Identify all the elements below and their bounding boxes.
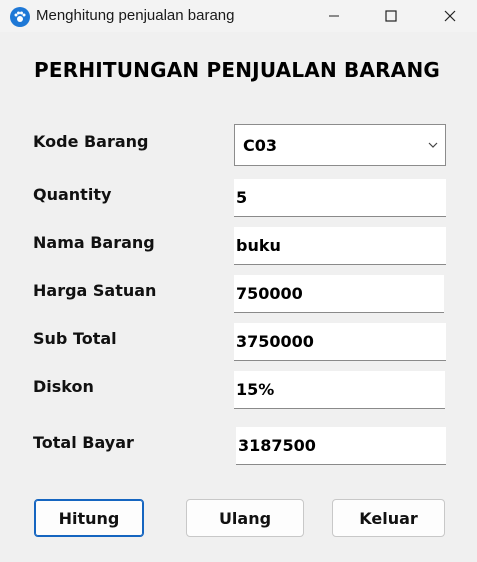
window-title: Menghitung penjualan barang bbox=[36, 7, 235, 24]
close-icon bbox=[444, 10, 456, 22]
title-bar[interactable]: Menghitung penjualan barang bbox=[0, 0, 477, 32]
harga-satuan-field[interactable]: 750000 bbox=[234, 275, 444, 313]
sub-total-label: Sub Total bbox=[33, 329, 117, 348]
total-bayar-field[interactable]: 3187500 bbox=[236, 427, 446, 465]
harga-satuan-label: Harga Satuan bbox=[33, 281, 157, 300]
sub-total-value: 3750000 bbox=[236, 332, 314, 351]
minimize-button[interactable] bbox=[311, 0, 357, 32]
kode-barang-label: Kode Barang bbox=[33, 132, 149, 151]
nama-barang-value: buku bbox=[236, 236, 281, 255]
diskon-value: 15% bbox=[236, 380, 275, 399]
close-button[interactable] bbox=[427, 0, 473, 32]
minimize-icon bbox=[329, 15, 339, 17]
quantity-label: Quantity bbox=[33, 185, 112, 204]
chevron-down-icon bbox=[428, 142, 438, 148]
maximize-button[interactable] bbox=[368, 0, 414, 32]
kode-barang-select[interactable]: C03 bbox=[234, 124, 446, 166]
nama-barang-field[interactable]: buku bbox=[234, 227, 446, 265]
maximize-icon bbox=[385, 10, 397, 22]
harga-satuan-value: 750000 bbox=[236, 284, 303, 303]
hitung-button[interactable]: Hitung bbox=[34, 499, 144, 537]
diskon-field[interactable]: 15% bbox=[234, 371, 445, 409]
keluar-button[interactable]: Keluar bbox=[332, 499, 445, 537]
quantity-value: 5 bbox=[236, 188, 248, 207]
ulang-button[interactable]: Ulang bbox=[186, 499, 304, 537]
total-bayar-value: 3187500 bbox=[238, 436, 316, 455]
sub-total-field[interactable]: 3750000 bbox=[234, 323, 446, 361]
nama-barang-label: Nama Barang bbox=[33, 233, 155, 252]
quantity-field[interactable]: 5 bbox=[234, 179, 446, 217]
page-title: PERHITUNGAN PENJUALAN BARANG bbox=[34, 58, 441, 82]
total-bayar-label: Total Bayar bbox=[33, 433, 134, 452]
paw-icon bbox=[10, 7, 30, 27]
diskon-label: Diskon bbox=[33, 377, 94, 396]
kode-barang-value: C03 bbox=[243, 135, 278, 155]
